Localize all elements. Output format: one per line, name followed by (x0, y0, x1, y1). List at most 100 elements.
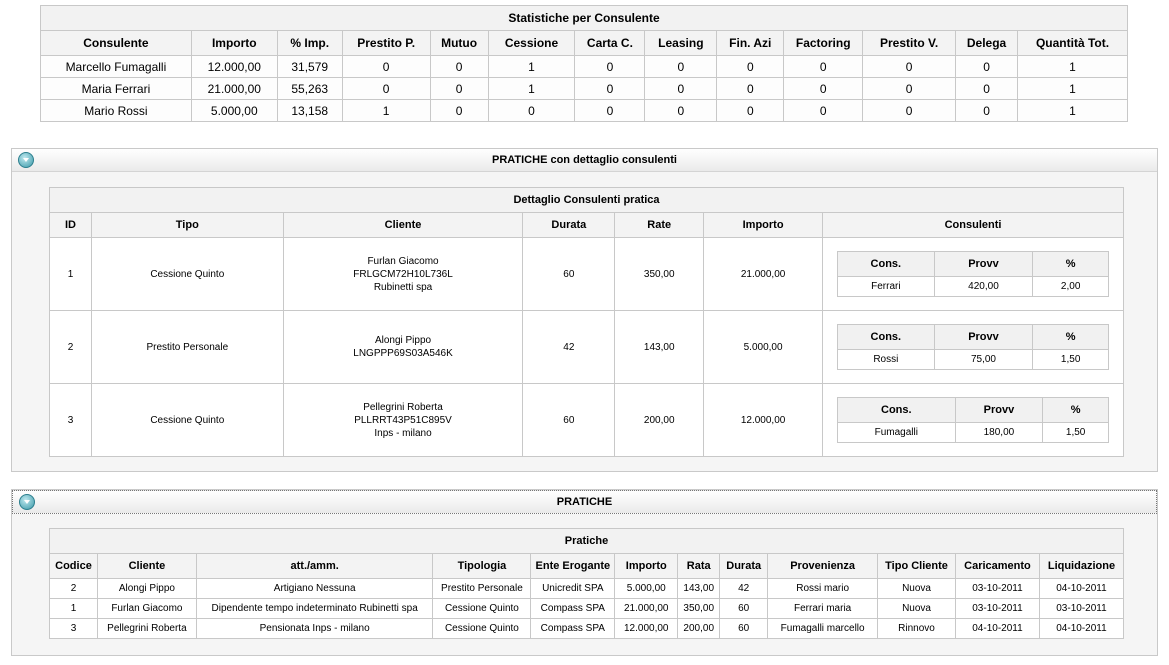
col-header[interactable]: Provv (954, 397, 1044, 423)
col-header[interactable]: % (1032, 324, 1110, 350)
consulenti-table: Cons. Provv % Rossi 75,00 1,50 (837, 324, 1110, 370)
col-header[interactable]: % (1042, 397, 1110, 423)
col-header[interactable]: Fin. Azi (716, 30, 785, 56)
pratiche-title: Pratiche (49, 528, 1124, 554)
panel-header[interactable]: PRATICHE (12, 490, 1157, 514)
table-cell: Furlan Giacomo (96, 598, 197, 619)
table-cell: 60 (522, 383, 616, 457)
col-header[interactable]: Mutuo (429, 30, 489, 56)
collapse-toggle-icon[interactable] (18, 152, 34, 168)
col-header[interactable]: Provenienza (767, 553, 879, 579)
table-cell: 03-10-2011 (954, 598, 1040, 619)
table-cell: 1 (49, 598, 98, 619)
col-header[interactable]: Ente Erogante (530, 553, 616, 579)
col-header[interactable]: Prestito P. (341, 30, 431, 56)
col-header[interactable]: Tipologia (432, 553, 532, 579)
col-header[interactable]: Cons. (837, 251, 935, 277)
table-cell: 31,579 (276, 55, 343, 78)
table-cell: 0 (429, 77, 489, 100)
table-cell: 60 (719, 618, 769, 639)
panel-dettaglio-consulenti: PRATICHE con dettaglio consulenti Dettag… (11, 148, 1158, 472)
col-header[interactable]: Consulente (40, 30, 192, 56)
table-cell: 1 (1017, 99, 1128, 122)
table-cell: 21.000,00 (703, 237, 824, 311)
table-row[interactable]: 1 Furlan Giacomo Dipendente tempo indete… (49, 598, 1125, 619)
table-cell: 13,158 (276, 99, 343, 122)
col-header[interactable]: Cons. (837, 397, 956, 423)
panel-header[interactable]: PRATICHE con dettaglio consulenti (12, 149, 1157, 172)
table-cell: 200,00 (614, 383, 705, 457)
col-header[interactable]: Durata (522, 212, 616, 238)
table-cell: Ferrari (837, 276, 935, 297)
col-header[interactable]: Rate (614, 212, 705, 238)
table-cell: 0 (862, 99, 957, 122)
col-header[interactable]: Delega (955, 30, 1019, 56)
cliente-cell: Alongi Pippo LNGPPP69S03A546K (282, 310, 524, 384)
col-header[interactable]: Caricamento (954, 553, 1040, 579)
table-cell: 1 (1017, 77, 1128, 100)
dettaglio-table: Dettaglio Consulenti pratica ID Tipo Cli… (49, 187, 1124, 457)
col-header[interactable]: Factoring (783, 30, 864, 56)
consulenti-table: Cons. Provv % Fumagalli 180,00 1,50 (837, 397, 1110, 443)
table-row[interactable]: 3 Pellegrini Roberta Pensionata Inps - m… (49, 618, 1125, 639)
col-header[interactable]: Leasing (644, 30, 718, 56)
col-header[interactable]: Provv (933, 324, 1034, 350)
table-cell: 12.000,00 (190, 55, 278, 78)
table-cell: Alongi Pippo (96, 578, 197, 599)
table-row: Marcello Fumagalli 12.000,00 31,579 0 0 … (40, 55, 1128, 78)
col-header[interactable]: % (1032, 251, 1110, 277)
table-cell: 0 (574, 99, 646, 122)
table-cell: Prestito Personale (432, 578, 532, 599)
col-header[interactable]: Importo (703, 212, 824, 238)
table-cell: 0 (341, 77, 431, 100)
col-header[interactable]: Carta C. (574, 30, 646, 56)
collapse-toggle-icon[interactable] (19, 494, 35, 510)
col-header[interactable]: Liquidazione (1038, 553, 1125, 579)
table-cell: Compass SPA (530, 618, 616, 639)
col-header[interactable]: Quantità Tot. (1017, 30, 1128, 56)
col-header[interactable]: Codice (49, 553, 98, 579)
col-header[interactable]: Prestito V. (862, 30, 957, 56)
col-header[interactable]: Rata (677, 553, 721, 579)
col-header[interactable]: Cliente (282, 212, 524, 238)
table-cell: 0 (862, 77, 957, 100)
table-row: Maria Ferrari 21.000,00 55,263 0 0 1 0 0… (40, 77, 1128, 100)
col-header[interactable]: Durata (719, 553, 769, 579)
table-cell: 0 (862, 55, 957, 78)
table-cell: 60 (522, 237, 616, 311)
col-header[interactable]: Importo (614, 553, 679, 579)
col-header[interactable]: % Imp. (276, 30, 343, 56)
col-header[interactable]: Importo (190, 30, 278, 56)
table-cell: 1 (487, 77, 576, 100)
col-header[interactable]: Provv (933, 251, 1034, 277)
cliente-name: Alongi Pippo (374, 335, 432, 346)
table-row[interactable]: 2 Alongi Pippo Artigiano Nessuna Prestit… (49, 578, 1125, 599)
table-cell: Pensionata Inps - milano (195, 618, 434, 639)
table-cell: Rossi (837, 349, 935, 370)
table-row: Fumagalli 180,00 1,50 (837, 422, 1110, 443)
table-cell: Dipendente tempo indeterminato Rubinetti… (195, 598, 434, 619)
table-cell: 5.000,00 (190, 99, 278, 122)
col-header[interactable]: Cliente (96, 553, 197, 579)
col-header[interactable]: ID (49, 212, 92, 238)
table-cell: 1 (49, 237, 92, 311)
table-cell: Compass SPA (530, 598, 616, 619)
table-cell: Ferrari maria (767, 598, 879, 619)
table-row: 1 Cessione Quinto Furlan Giacomo FRLGCM7… (49, 237, 1124, 311)
col-header[interactable]: Tipo Cliente (877, 553, 956, 579)
col-header[interactable]: att./amm. (195, 553, 434, 579)
table-cell: 0 (574, 55, 646, 78)
table-cell: 0 (341, 55, 431, 78)
consulenti-cell: Cons. Provv % Ferrari 420,00 2,00 (822, 237, 1124, 311)
table-cell: Cessione Quinto (432, 598, 532, 619)
cliente-cell: Furlan Giacomo FRLGCM72H10L736L Rubinett… (282, 237, 524, 311)
col-header[interactable]: Tipo (90, 212, 284, 238)
consulenti-table: Cons. Provv % Ferrari 420,00 2,00 (837, 251, 1110, 297)
col-header[interactable]: Cons. (837, 324, 935, 350)
col-header[interactable]: Consulenti (822, 212, 1124, 238)
cliente-name: Furlan Giacomo (367, 255, 439, 267)
col-header[interactable]: Cessione (487, 30, 576, 56)
table-row: Rossi 75,00 1,50 (837, 349, 1110, 370)
table-cell: 1 (487, 55, 576, 78)
table-cell: 0 (429, 99, 489, 122)
